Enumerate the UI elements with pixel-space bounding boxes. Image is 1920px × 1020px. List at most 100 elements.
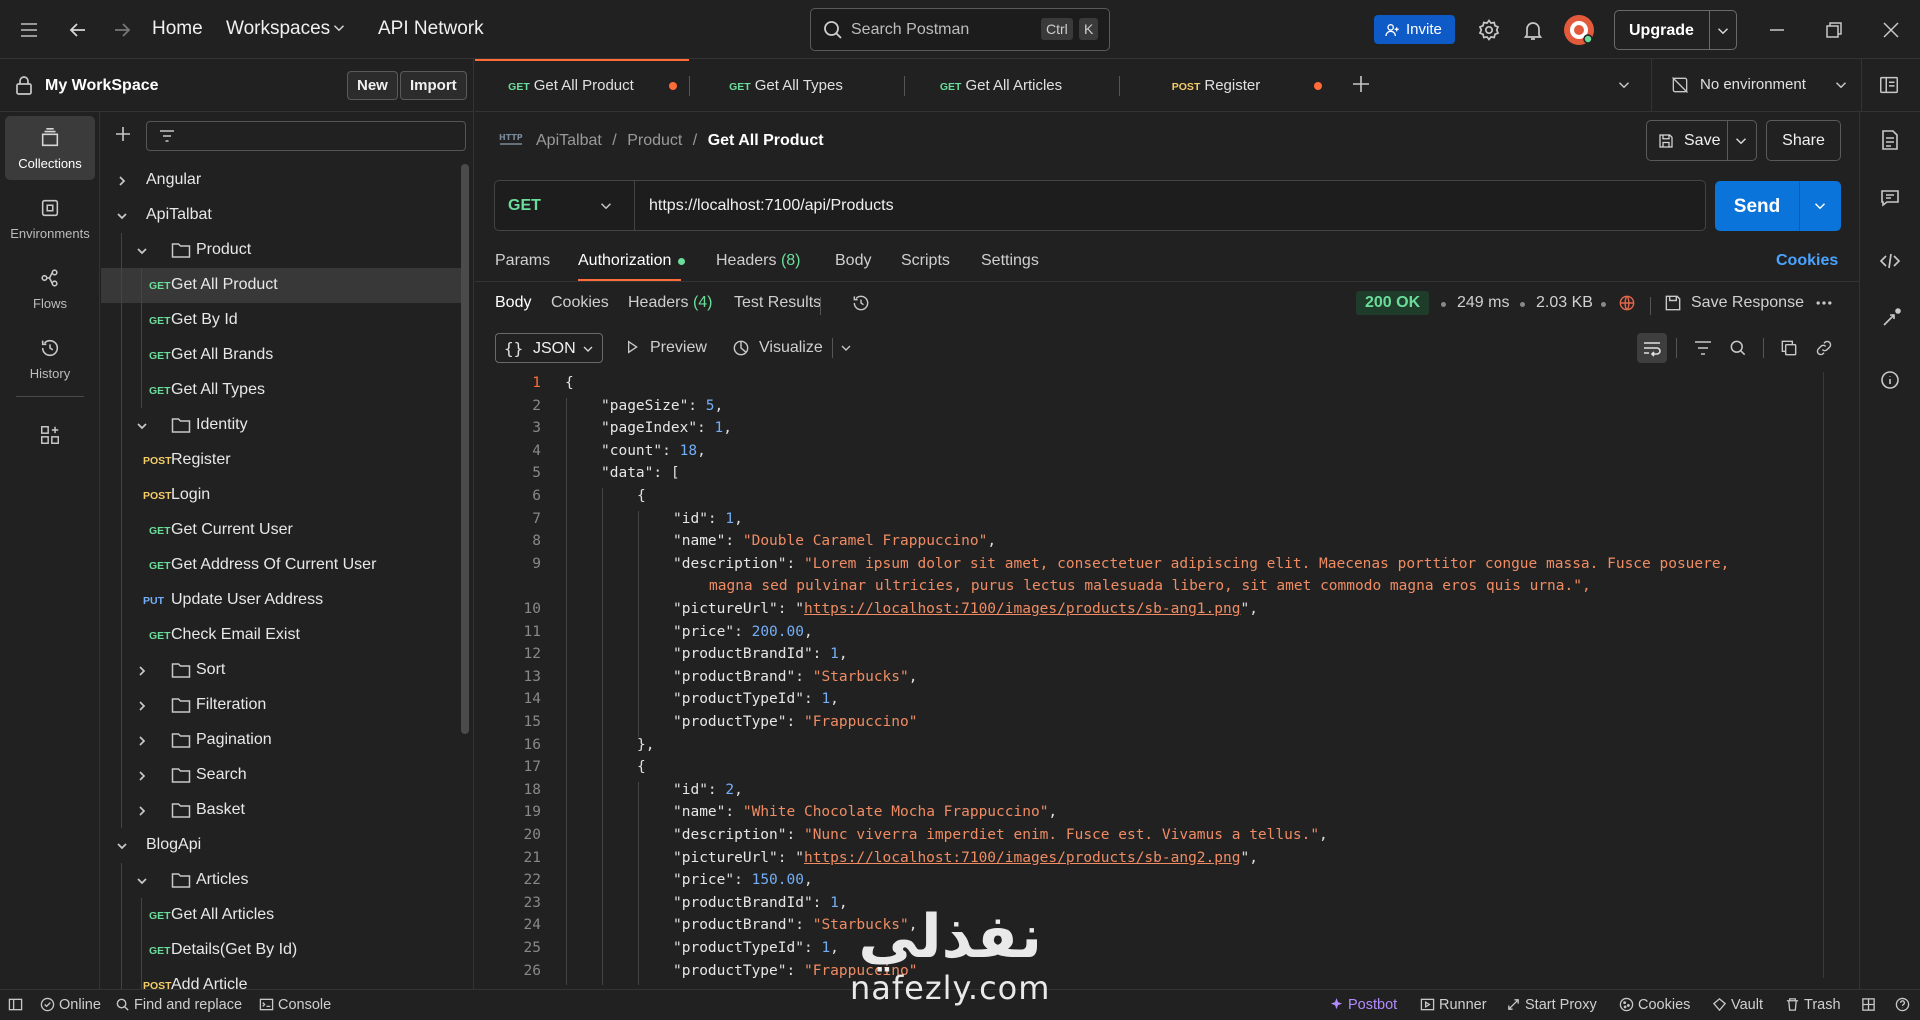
- tree-request-item[interactable]: GET Details(Get By Id): [101, 933, 461, 968]
- cookies-button[interactable]: Cookies: [1619, 997, 1690, 1013]
- tree-folder-item[interactable]: Sort: [101, 653, 461, 688]
- tree-request-item[interactable]: POST Login: [101, 478, 461, 513]
- response-tab-headers[interactable]: Headers (4): [628, 294, 713, 312]
- response-tab-cookies[interactable]: Cookies: [551, 294, 609, 312]
- chevron-right-icon[interactable]: [135, 734, 149, 748]
- tree-request-item[interactable]: PUT Update User Address: [101, 583, 461, 618]
- network-warning-icon[interactable]: [1617, 293, 1637, 313]
- breadcrumb-current[interactable]: Get All Product: [708, 132, 824, 149]
- tree-collection-item[interactable]: Angular: [101, 163, 461, 198]
- chevron-down-icon[interactable]: [330, 19, 348, 37]
- filter-icon[interactable]: [1693, 338, 1713, 358]
- format-select[interactable]: {} JSON: [495, 333, 603, 363]
- close-icon[interactable]: [1879, 18, 1903, 42]
- rail-item-history[interactable]: History: [5, 326, 95, 390]
- response-body-viewer[interactable]: 1 {2 "pageSize": 5, 3 "pageIndex": 1, 4 "count…: [475, 372, 1833, 988]
- tree-request-item[interactable]: GET Get Address Of Current User: [101, 548, 461, 583]
- more-options-icon[interactable]: [1814, 293, 1834, 313]
- help-icon[interactable]: [1895, 997, 1914, 1013]
- import-button[interactable]: Import: [400, 71, 467, 100]
- tree-collection-item[interactable]: ApiTalbat: [101, 198, 461, 233]
- response-size[interactable]: 2.03 KB: [1536, 294, 1593, 312]
- rail-item-collections[interactable]: Collections: [5, 116, 95, 180]
- related-collections-icon[interactable]: [1879, 308, 1901, 330]
- chevron-down-icon[interactable]: [1811, 197, 1829, 215]
- tree-request-item[interactable]: POST Register: [101, 443, 461, 478]
- tree-folder-item[interactable]: Filteration: [101, 688, 461, 723]
- request-tab[interactable]: POST Register: [1120, 59, 1334, 111]
- response-tab-test-results[interactable]: Test Results: [734, 294, 821, 312]
- tree-folder-item[interactable]: Search: [101, 758, 461, 793]
- chevron-right-icon[interactable]: [135, 699, 149, 713]
- upgrade-button[interactable]: Upgrade: [1614, 10, 1737, 50]
- workspace-name[interactable]: My WorkSpace: [45, 77, 159, 95]
- response-history-icon[interactable]: [851, 293, 871, 313]
- start-proxy-button[interactable]: Start Proxy: [1506, 997, 1597, 1013]
- tab-body[interactable]: Body: [835, 252, 871, 270]
- request-tab[interactable]: GET Get All Product: [475, 59, 689, 111]
- json-url-link[interactable]: https://localhost:7100/images/products/s…: [804, 601, 1241, 617]
- back-arrow-icon[interactable]: [66, 18, 90, 42]
- add-icon[interactable]: [115, 126, 131, 142]
- link-icon[interactable]: [1814, 338, 1834, 358]
- console-button[interactable]: Console: [259, 997, 331, 1013]
- avatar[interactable]: [1564, 15, 1594, 45]
- json-url-link[interactable]: https://localhost:7100/images/products/s…: [804, 850, 1241, 866]
- tree-folder-item[interactable]: Articles: [101, 863, 461, 898]
- method-select[interactable]: GET: [495, 181, 635, 230]
- settings-gear-icon[interactable]: [1477, 18, 1501, 42]
- visualize-button[interactable]: Visualize: [759, 339, 823, 357]
- tab-settings[interactable]: Settings: [981, 252, 1039, 270]
- tree-folder-item[interactable]: Product: [101, 233, 461, 268]
- chevron-down-icon[interactable]: [135, 419, 149, 433]
- menu-icon[interactable]: [17, 18, 41, 42]
- online-status[interactable]: Online: [40, 997, 101, 1013]
- copy-icon[interactable]: [1779, 338, 1799, 358]
- chevron-down-icon[interactable]: [135, 244, 149, 258]
- runner-button[interactable]: Runner: [1420, 997, 1487, 1013]
- save-response-button[interactable]: Save Response: [1691, 294, 1804, 312]
- tree-request-item[interactable]: GET Get All Types: [101, 373, 461, 408]
- vault-button[interactable]: Vault: [1712, 997, 1763, 1013]
- tree-collection-item[interactable]: BlogApi: [101, 828, 461, 863]
- tree-request-item[interactable]: GET Get All Articles: [101, 898, 461, 933]
- new-button[interactable]: New: [347, 71, 398, 100]
- tree-folder-item[interactable]: Identity: [101, 408, 461, 443]
- nav-workspaces[interactable]: Workspaces: [226, 18, 330, 40]
- tree-request-item[interactable]: GET Get All Brands: [101, 338, 461, 373]
- tree-scrollbar[interactable]: [461, 164, 469, 734]
- chevron-right-icon[interactable]: [135, 804, 149, 818]
- tab-params[interactable]: Params: [495, 252, 550, 270]
- chevron-down-icon[interactable]: [115, 839, 129, 853]
- tree-folder-item[interactable]: Basket: [101, 793, 461, 828]
- comments-icon[interactable]: [1880, 188, 1900, 208]
- code-snippet-icon[interactable]: [1879, 251, 1901, 271]
- chevron-down-icon[interactable]: [1714, 22, 1732, 40]
- response-tab-body[interactable]: Body: [495, 294, 531, 312]
- info-icon[interactable]: [1880, 370, 1900, 390]
- chevron-down-icon[interactable]: [838, 340, 854, 356]
- postbot-button[interactable]: Postbot: [1329, 997, 1397, 1013]
- nav-home[interactable]: Home: [152, 18, 203, 40]
- documentation-icon[interactable]: [1880, 129, 1900, 151]
- request-tab[interactable]: GET Get All Types: [690, 59, 904, 111]
- environment-quick-look-icon[interactable]: [1878, 74, 1900, 96]
- bell-icon[interactable]: [1521, 18, 1545, 42]
- cookies-link[interactable]: Cookies: [1776, 252, 1838, 270]
- breadcrumb-root[interactable]: ApiTalbat: [536, 132, 602, 149]
- wrap-lines-icon[interactable]: [1637, 333, 1667, 363]
- tree-request-item[interactable]: GET Get All Product: [101, 268, 461, 303]
- nav-api-network[interactable]: API Network: [378, 18, 484, 40]
- chevron-right-icon[interactable]: [135, 769, 149, 783]
- minimize-icon[interactable]: [1765, 18, 1789, 42]
- tree-request-item[interactable]: GET Check Email Exist: [101, 618, 461, 653]
- preview-button[interactable]: Preview: [650, 339, 707, 357]
- request-tab[interactable]: GET Get All Articles: [905, 59, 1119, 111]
- invite-button[interactable]: Invite: [1374, 15, 1455, 44]
- chevron-down-icon[interactable]: [135, 874, 149, 888]
- chevron-right-icon[interactable]: [115, 174, 129, 188]
- share-button[interactable]: Share: [1766, 120, 1841, 161]
- breadcrumb-folder[interactable]: Product: [627, 132, 682, 149]
- status-badge[interactable]: 200 OK: [1356, 291, 1430, 315]
- configure-sidebar-icon[interactable]: [39, 424, 61, 446]
